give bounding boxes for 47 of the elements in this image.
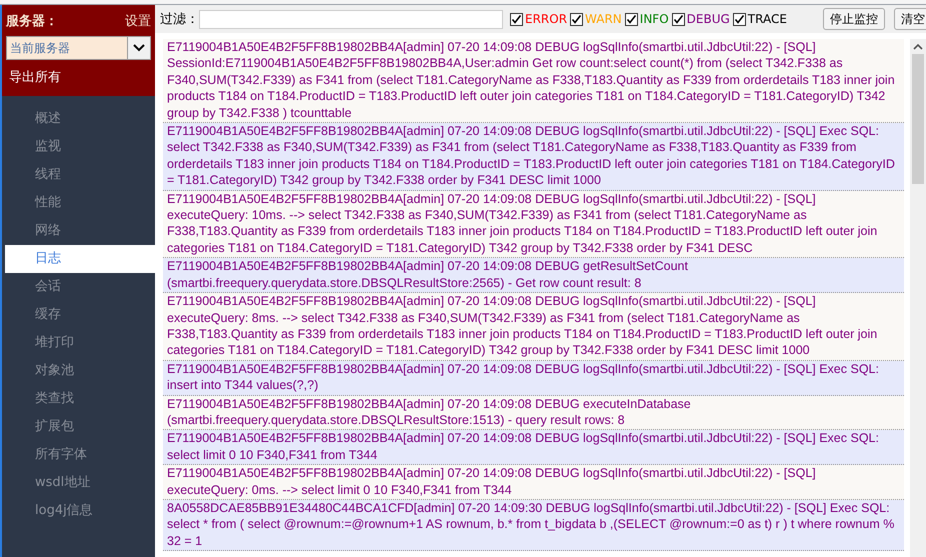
nav-item[interactable]: log4j信息 [5,497,155,525]
log-entry: 8A0558DCAE85BB91E34480C44BCA1CFD[admin] 07-20 14:09:30 DEBUG logSqlInfo(smartbi.util.JdbcUtil:22) - [SQL] Exec SQL: select * from ( select @rownum:=@rownum+1 AS rownum, b.* from t_bigdata b ,(SELECT @rownum:=0 as t) r ) t where rownum % 32 = 1 [163,500,904,552]
nav-item[interactable]: 网络 [5,217,155,245]
server-select[interactable]: 当前服务器 [6,36,151,60]
scroll-up-icon[interactable] [913,43,923,50]
log-entry: E7119004B1A50E4B2F5FF8B19802BB4A[admin] 07-20 14:09:08 DEBUG logSqlInfo(smartbi.util.JdbcUtil:22) - [SQL] SessionId:E7119004B1A50E4B2F5FF8B19802BB4A,User:admin Get row count:select count(*) from (select T342.F338 as F340,SUM(T342.F339) as F341 from (select T181.CategoryName as F338,T183.Quantity as F339 from orderdetails T183 inner join products T184 on T184.ProductID = T183.ProductID left outer join categories T181 on T184.CategoryID = T181.CategoryID) T342 group by T342.F338 ) tcounttable [163,39,904,124]
nav-item[interactable]: 线程 [5,161,155,189]
level-label: WARN [585,12,622,26]
log-entry: E7119004B1A50E4B2F5FF8B19802BB4A[admin] 07-20 14:09:08 DEBUG logSqlInfo(smartbi.util.JdbcUtil:22) - [SQL] Exec SQL: select T342.F338 as F340,SUM(T342.F339) as F341 from (select T181.CategoryName as F338,T183.Quantity as F339 from orderdetails T183 inner join products T184 on T184.ProductID = T183.ProductID left outer join categories T181 on T184.CategoryID = T181.CategoryID) T342 group by T342.F338 order by F341 DESC limit 1000 [163,123,904,191]
nav-item[interactable]: 概述 [5,105,155,133]
nav-item[interactable]: 对象池 [5,357,155,385]
log-entry: E7119004B1A50E4B2F5FF8B19802BB4A[admin] 07-20 14:09:08 DEBUG logSqlInfo(smartbi.util.JdbcUtil:22) - [SQL] executeQuery: 0ms. --> select limit 0 10 F340,F341 from T344 [163,465,904,500]
clear-button[interactable]: 清空 [894,8,926,30]
nav-item[interactable]: 所有字体 [5,441,155,469]
nav-item[interactable]: 扩展包 [5,413,155,441]
chevron-down-icon [132,43,146,53]
filter-field[interactable] [199,10,503,28]
server-label: 服务器： [6,13,58,30]
scrollbar[interactable] [910,39,926,557]
nav-item[interactable]: 缓存 [5,301,155,329]
log-entry: E7119004B1A50E4B2F5FF8B19802BB4A[admin] 07-20 14:09:08 DEBUG logSqlInfo(smartbi.util.JdbcUtil:22) - [SQL] Exec SQL: insert into T344 values(?,?) [163,360,904,396]
nav-item[interactable]: 日志 [5,245,155,273]
log-entry: E7119004B1A50E4B2F5FF8B19802BB4A[admin] 07-20 14:09:08 DEBUG logSqlInfo(smartbi.util.JdbcUtil:22) - [SQL] executeQuery: 10ms. --> select T342.F338 as F340,SUM(T342.F339) as F341 from (select T181.CategoryName as F338,T183.Quantity as F339 from orderdetails T183 inner join products T184 on T184.ProductID = T183.ProductID left outer join categories T181 on T184.CategoryID = T181.CategoryID) T342 group by T342.F338 order by F341 DESC [163,190,904,258]
checkbox[interactable] [510,12,523,26]
nav-item[interactable]: 性能 [5,189,155,217]
level-label: ERROR [525,12,568,26]
export-link[interactable]: 导出所有 [6,66,151,88]
nav-item[interactable]: 监视 [5,133,155,161]
checkbox[interactable] [570,12,584,26]
log-entry: E7119004B1A50E4B2F5FF8B19802BB4A[admin] 07-20 14:09:08 DEBUG getResultSetCount (smartbi.freequery.querydata.store.DBSQLResultStore:2565) - Get row count result: 8 [163,258,904,294]
level-label: DEBUG [686,12,730,26]
nav-item[interactable]: 堆打印 [5,329,155,357]
filter-label: 过滤： [160,11,199,28]
stop-monitor-button[interactable]: 停止监控 [823,8,885,30]
checkbox[interactable] [732,12,746,26]
level-label: INFO [640,12,669,26]
nav-item[interactable]: wsdl地址 [5,469,155,497]
log-entry: E7119004B1A50E4B2F5FF8B19802BB4A[admin] 07-20 14:09:08 DEBUG executeInDatabase (smartbi.freequery.querydata.store.DBSQLResultStore:1513) - query result rows: 8 [163,396,904,430]
log-entry: E7119004B1A50E4B2F5FF8B19802BB4A[admin] 07-20 14:09:08 DEBUG logSqlInfo(smartbi.util.JdbcUtil:22) - [SQL] executeQuery: 8ms. --> select T342.F338 as F340,SUM(T342.F339) as F341 from (select T181.CategoryName as F338,T183.Quantity as F339 from orderdetails T183 inner join products T184 on T184.ProductID = T183.ProductID left outer join categories T181 on T184.CategoryID = T181.CategoryID) T342 group by T342.F338 order by F341 DESC limit 1000 [163,293,904,361]
settings-link[interactable]: 设置 [125,12,151,30]
log-entry: E7119004B1A50E4B2F5FF8B19802BB4A[admin] 07-20 14:09:08 DEBUG logSqlInfo(smartbi.util.JdbcUtil:22) - [SQL] Exec SQL: select limit 0 10 F340,F341 from T344 [163,430,904,466]
level-label: TRACE [748,12,787,26]
checkbox[interactable] [624,12,638,26]
nav-item[interactable]: 会话 [5,273,155,301]
checkbox[interactable] [672,12,685,26]
scrollbar-thumb[interactable] [912,54,924,184]
nav-item[interactable]: 类查找 [5,385,155,413]
